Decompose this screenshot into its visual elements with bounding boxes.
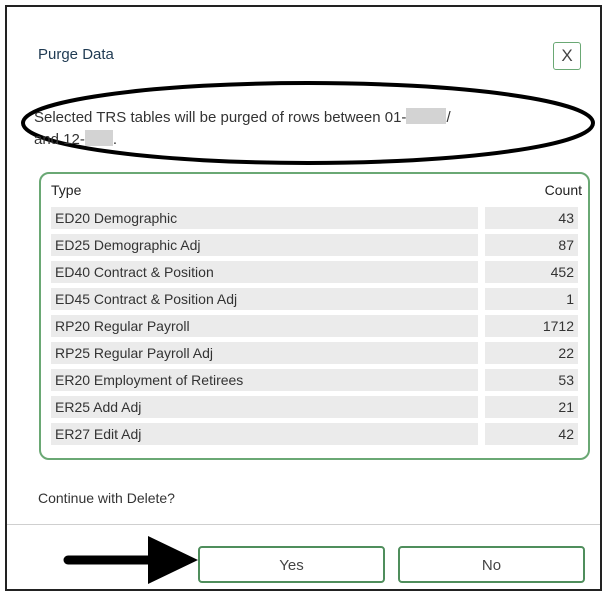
table-row: RP20 Regular Payroll 1712 [51,315,582,337]
arrow-right-icon [63,536,198,584]
count-cell: 87 [485,234,578,256]
count-cell: 22 [485,342,578,364]
count-cell: 43 [485,207,578,229]
count-header: Count [544,182,582,198]
table-row: RP25 Regular Payroll Adj 22 [51,342,582,364]
type-cell: ED20 Demographic [51,207,478,229]
redacted-year [406,108,447,124]
table-row: ER27 Edit Adj 42 [51,423,582,445]
count-cell: 42 [485,423,578,445]
message-line2: and 12- [34,131,85,148]
type-cell: RP20 Regular Payroll [51,315,478,337]
message-line1-end: / [446,109,451,126]
type-cell: RP25 Regular Payroll Adj [51,342,478,364]
close-button[interactable]: X [553,42,581,70]
type-cell: ED25 Demographic Adj [51,234,478,256]
table-row: ED40 Contract & Position 452 [51,261,582,283]
table-row: ED25 Demographic Adj 87 [51,234,582,256]
footer-divider [7,524,600,525]
count-cell: 21 [485,396,578,418]
type-header: Type [51,182,82,198]
purge-data-dialog: Purge Data X Selected TRS tables will be… [5,5,602,591]
type-cell: ED45 Contract & Position Adj [51,288,478,310]
table-row: ED45 Contract & Position Adj 1 [51,288,582,310]
redacted-year [84,130,113,146]
message-line1: Selected TRS tables will be purged of ro… [34,109,407,126]
type-cell: ER20 Employment of Retirees [51,369,478,391]
message-line2-end: . [112,131,118,148]
type-cell: ED40 Contract & Position [51,261,478,283]
close-icon: X [561,46,573,65]
table-header: Type Count [51,182,582,202]
table-row: ER20 Employment of Retirees 53 [51,369,582,391]
confirm-prompt: Continue with Delete? [38,490,175,506]
count-cell: 53 [485,369,578,391]
no-button[interactable]: No [398,546,585,583]
yes-button[interactable]: Yes [198,546,385,583]
purge-message: Selected TRS tables will be purged of ro… [34,107,584,151]
count-cell: 452 [485,261,578,283]
table-row: ER25 Add Adj 21 [51,396,582,418]
type-cell: ER27 Edit Adj [51,423,478,445]
table-row: ED20 Demographic 43 [51,207,582,229]
dialog-title: Purge Data [38,46,114,63]
type-cell: ER25 Add Adj [51,396,478,418]
count-cell: 1 [485,288,578,310]
count-cell: 1712 [485,315,578,337]
purge-table: Type Count ED20 Demographic 43 ED25 Demo… [39,172,590,460]
